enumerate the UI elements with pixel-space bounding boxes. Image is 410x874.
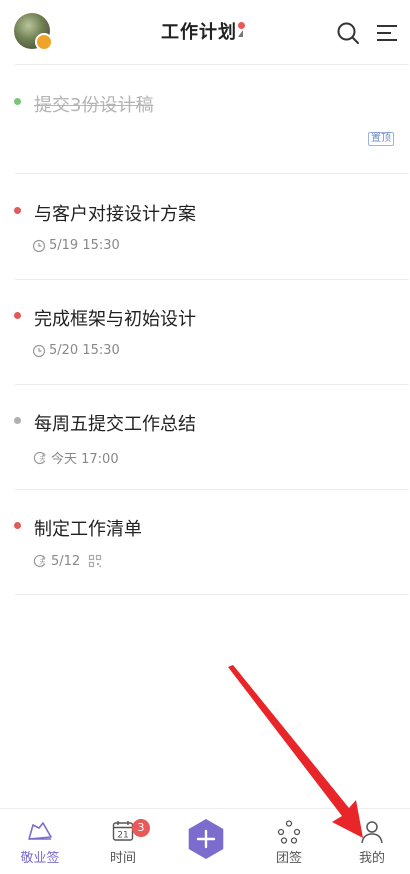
repeat-icon-label: 天 (40, 456, 46, 463)
task-reminder-time: 5/12 (51, 553, 81, 569)
clock-icon (32, 344, 46, 357)
task-item[interactable]: 提交3份设计稿 置顶 (0, 65, 410, 173)
task-reminder: 天 5/12 (32, 553, 105, 569)
calendar-icon: 21 (112, 821, 134, 841)
task-title: 与客户对接设计方案 (34, 204, 196, 225)
task-reminder: 天 今天 17:00 (32, 448, 119, 467)
search-icon[interactable] (335, 20, 361, 46)
profile-icon (361, 821, 383, 844)
notes-icon (28, 822, 52, 840)
notification-badge: 3 (132, 819, 150, 837)
repeat-clock-icon: 天 (33, 554, 46, 568)
task-title: 提交3份设计稿 (34, 95, 154, 116)
task-reminder: 5/20 15:30 (32, 343, 120, 358)
task-status-dot (14, 417, 21, 424)
pinned-badge: 置顶 (368, 132, 394, 146)
task-status-dot (14, 98, 21, 105)
task-status-dot (14, 522, 21, 529)
task-item[interactable]: 与客户对接设计方案 5/19 15:30 (0, 174, 410, 279)
task-status-dot (14, 312, 21, 319)
calendar-day: 21 (117, 831, 128, 841)
title-red-dot-icon (238, 22, 245, 29)
nav-label: 敬业签 (20, 851, 60, 866)
task-title: 制定工作清单 (34, 519, 142, 540)
task-status-dot (14, 207, 21, 214)
qr-code-icon (89, 554, 102, 568)
team-icon (277, 820, 301, 844)
task-item[interactable]: 制定工作清单 天 5/12 (0, 490, 410, 594)
task-item[interactable]: 完成框架与初始设计 5/20 15:30 (0, 280, 410, 384)
add-task-button[interactable] (184, 817, 228, 861)
nav-label: 我的 (358, 851, 385, 866)
nav-item-me[interactable]: 我的 (332, 809, 410, 874)
page-title[interactable]: 工作计划 (161, 22, 237, 43)
nav-item-notes[interactable]: 敬业签 (0, 809, 80, 874)
nav-label: 团签 (275, 851, 302, 866)
title-dropdown-triangle-icon (238, 30, 243, 37)
task-reminder-time: 今天 17:00 (51, 452, 119, 467)
task-reminder-time: 5/20 15:30 (49, 343, 120, 358)
task-divider (15, 594, 409, 595)
nav-item-team[interactable]: 团签 (249, 809, 329, 874)
menu-icon[interactable] (374, 20, 400, 46)
nav-label: 时间 (109, 851, 136, 866)
task-title: 完成框架与初始设计 (34, 309, 196, 330)
task-reminder-time: 5/19 15:30 (49, 238, 120, 253)
task-reminder: 5/19 15:30 (32, 238, 120, 253)
top-bar: 工作计划 (0, 0, 410, 64)
task-item[interactable]: 每周五提交工作总结 天 今天 17:00 (0, 385, 410, 489)
task-title: 每周五提交工作总结 (34, 414, 196, 435)
repeat-icon-label: 天 (40, 559, 46, 566)
repeat-clock-icon: 天 (33, 451, 46, 464)
clock-icon (32, 239, 46, 252)
nav-item-time[interactable]: 21 3 时间 (83, 809, 163, 874)
